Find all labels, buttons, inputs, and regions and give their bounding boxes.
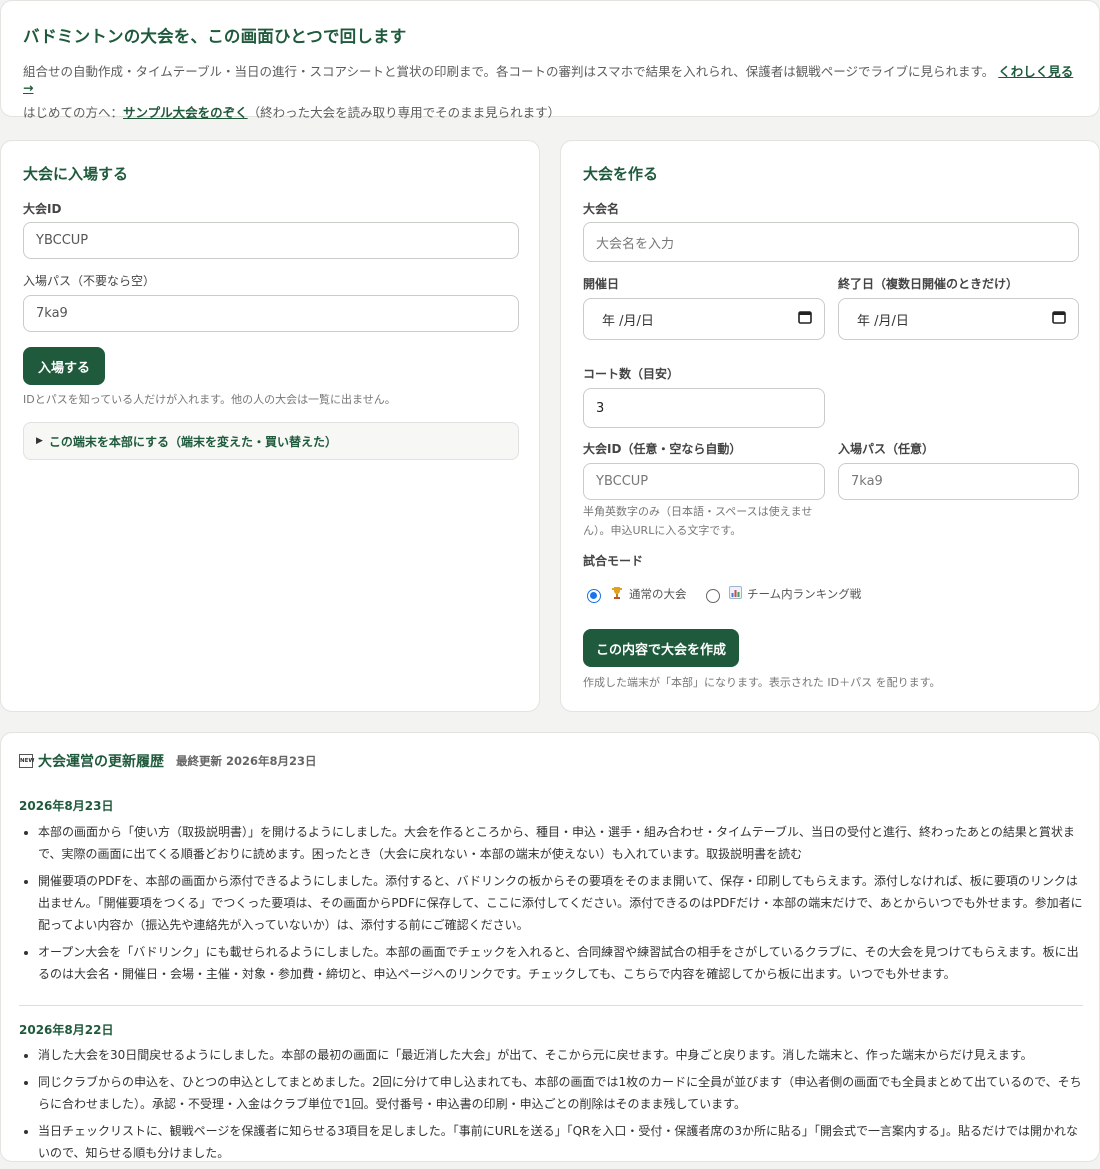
join-id-input[interactable]: YBCCUP <box>23 222 519 259</box>
new-badge-icon: NEW <box>19 754 34 768</box>
end-date-label: 終了日（複数日開催のときだけ） <box>838 277 1019 291</box>
end-date-value: 年 /月/日 <box>857 313 909 329</box>
create-tournament-button[interactable]: この内容で大会を作成 <box>583 629 739 667</box>
mode-ranking-label: チーム内ランキング戦 <box>747 587 862 601</box>
triangle-right-icon: ▶ <box>36 436 43 446</box>
courts-label: コート数（目安） <box>583 367 680 381</box>
create-id-input[interactable]: YBCCUP <box>583 463 825 500</box>
join-note: IDとパスを知っている人だけが入れます。他の人の大会は一覧に出ません。 <box>23 393 396 406</box>
join-pass-label: 入場パス（不要なら空） <box>23 274 156 288</box>
history-title: 大会運営の更新履歴 <box>38 754 164 770</box>
set-as-hq-toggle[interactable]: ▶ この端末を本部にする（端末を変えた・買い替えた） <box>23 422 519 460</box>
trophy-icon <box>612 587 622 599</box>
join-button[interactable]: 入場する <box>23 347 105 385</box>
create-pass-input[interactable]: 7ka9 <box>838 463 1079 500</box>
history-list: 本部の画面から「使い方（取扱説明書）」を開けるようにしました。大会を作るところか… <box>19 821 1085 990</box>
create-id-label: 大会ID（任意・空なら自動） <box>583 442 742 456</box>
intro-description: 組合せの自動作成・タイムテーブル・当日の進行・スコアシートと賞状の印刷まで。各コ… <box>23 61 1077 95</box>
first-time-prefix: はじめての方へ： <box>23 105 124 120</box>
id-note-line1: 半角英数字のみ（日本語・スペースは使えませ <box>583 505 813 518</box>
end-date-input[interactable]: 年 /月/日 <box>838 298 1079 340</box>
first-time-line: はじめての方へ：サンプル大会をのぞく（終わった大会を読み取り専用でそのまま見られ… <box>23 102 1077 121</box>
calendar-icon[interactable] <box>1052 310 1066 324</box>
name-label: 大会名 <box>583 202 620 216</box>
join-title: 大会に入場する <box>23 165 129 183</box>
update-history-card: NEW 大会運営の更新履歴 最終更新 2026年8月23日 2026年8月23日… <box>0 732 1100 1162</box>
mode-label: 試合モード <box>583 554 644 568</box>
join-tournament-card: 大会に入場する 大会ID YBCCUP 入場パス（不要なら空） 7ka9 入場す… <box>0 140 540 712</box>
sample-suffix: （終わった大会を読み取り専用でそのまま見られます） <box>247 105 561 120</box>
history-item: 開催要項のPDFを、本部の画面から添付できるようにしました。添付すると、バドリン… <box>38 870 1085 936</box>
calendar-icon[interactable] <box>798 310 812 324</box>
history-divider <box>19 1005 1083 1006</box>
create-pass-label: 入場パス（任意） <box>838 442 935 456</box>
page-title: バドミントンの大会を、この画面ひとつで回します <box>23 27 407 46</box>
join-pass-input[interactable]: 7ka9 <box>23 295 519 332</box>
history-item: オープン大会を「バドリンク」にも載せられるようにしました。本部の画面でチェックを… <box>38 941 1085 985</box>
history-date: 2026年8月22日 <box>19 1023 114 1037</box>
id-note: 半角英数字のみ（日本語・スペースは使えませ ん）。申込URLに入る文字です。 <box>583 503 823 540</box>
mode-normal-label: 通常の大会 <box>629 587 687 601</box>
intro-text: 組合せの自動作成・タイムテーブル・当日の進行・スコアシートと賞状の印刷まで。各コ… <box>23 64 995 79</box>
create-title: 大会を作る <box>583 165 659 183</box>
join-id-label: 大会ID <box>23 202 62 216</box>
sample-tournament-link[interactable]: サンプル大会をのぞく <box>123 105 248 120</box>
history-date: 2026年8月23日 <box>19 799 114 813</box>
history-list: 消した大会を30日間戻せるようにしました。本部の最初の画面に「最近消した大会」が… <box>19 1044 1085 1169</box>
bar-chart-icon <box>729 586 742 599</box>
history-item: 消した大会を30日間戻せるようにしました。本部の最初の画面に「最近消した大会」が… <box>38 1044 1085 1066</box>
courts-input[interactable]: 3 <box>583 388 825 428</box>
mode-normal-radio[interactable] <box>587 589 601 603</box>
set-as-hq-label: この端末を本部にする（端末を変えた・買い替えた） <box>48 434 338 449</box>
mode-ranking-radio[interactable] <box>706 589 720 603</box>
history-item: 本部の画面から「使い方（取扱説明書）」を開けるようにしました。大会を作るところか… <box>38 821 1085 865</box>
tournament-name-input[interactable]: 大会名を入力 <box>583 222 1079 262</box>
history-item: 同じクラブからの申込を、ひとつの申込としてまとめました。2回に分けて申し込まれて… <box>38 1071 1085 1115</box>
create-note: 作成した端末が「本部」になります。表示された ID＋パス を配ります。 <box>583 676 941 689</box>
start-date-value: 年 /月/日 <box>602 313 654 329</box>
create-tournament-card: 大会を作る 大会名 大会名を入力 開催日 年 /月/日 終了日（複数日開催のとき… <box>560 140 1100 712</box>
id-note-line2: ん）。申込URLに入る文字です。 <box>583 523 742 537</box>
intro-card: バドミントンの大会を、この画面ひとつで回します 組合せの自動作成・タイムテーブル… <box>0 0 1100 120</box>
last-updated: 最終更新 2026年8月23日 <box>176 754 317 768</box>
history-item: 当日チェックリストに、観戦ページを保護者に知らせる3項目を足しました。「事前にU… <box>38 1120 1085 1164</box>
start-date-input[interactable]: 年 /月/日 <box>583 298 825 340</box>
history-header: NEW 大会運営の更新履歴 最終更新 2026年8月23日 <box>19 751 317 771</box>
start-date-label: 開催日 <box>583 277 620 291</box>
